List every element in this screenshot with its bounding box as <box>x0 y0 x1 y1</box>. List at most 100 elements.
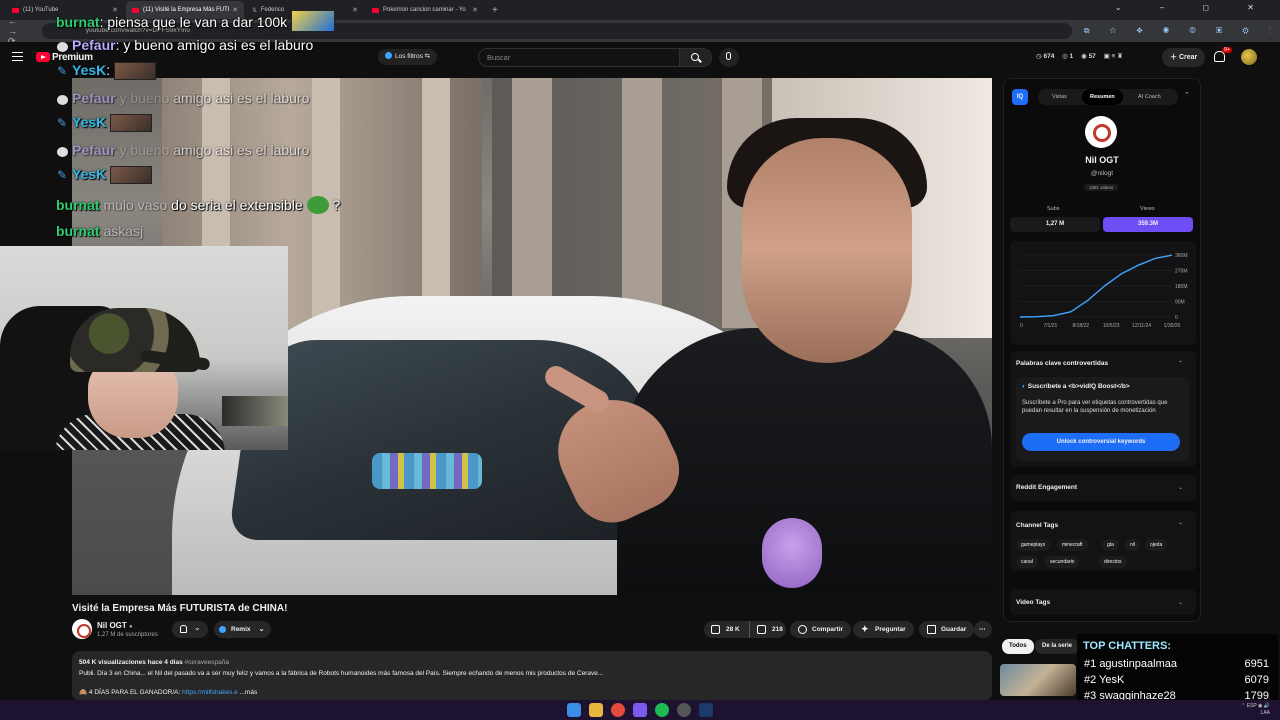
window-controls[interactable]: ⌄ – ◻ ✕ <box>1115 3 1272 12</box>
windows-start-icon[interactable] <box>567 703 581 717</box>
x-tick-label: 8/18/22 <box>1072 323 1089 329</box>
menu-icon[interactable] <box>12 52 23 61</box>
spotify-icon[interactable] <box>655 703 669 717</box>
emote <box>110 166 153 184</box>
filters-button[interactable]: Los filtros ⇆ <box>378 49 438 65</box>
remix-button[interactable]: Remix ⌄ <box>214 621 271 638</box>
chevron-down-icon[interactable]: ⌄ <box>1178 599 1183 606</box>
tab-ai-coach[interactable]: AI Coach <box>1138 89 1161 105</box>
tag-chip[interactable]: directos <box>1099 556 1127 568</box>
steam-icon[interactable] <box>699 703 713 717</box>
create-button[interactable]: ＋ Crear <box>1162 48 1206 67</box>
tag-chip[interactable]: secundario <box>1045 556 1080 568</box>
chatter-row: #2 YesK 6079 <box>1084 674 1269 686</box>
share-button[interactable]: Compartir <box>790 621 852 638</box>
close-icon[interactable]: ✕ <box>472 6 478 14</box>
youtube-icon <box>372 7 379 13</box>
views-value[interactable]: 359.3M <box>1103 217 1193 232</box>
like-dislike-group: 28 K 218 <box>704 621 786 638</box>
chrome-icon[interactable] <box>611 703 625 717</box>
chevron-down-icon: ⌄ <box>258 626 265 633</box>
channel-avatar[interactable] <box>72 619 92 639</box>
emote <box>291 10 336 32</box>
more-link[interactable]: ...más <box>238 689 258 696</box>
more-actions-button[interactable]: ⋯ <box>974 621 992 638</box>
tag-chip[interactable]: minecraft <box>1057 539 1088 551</box>
youtube-logo-icon[interactable] <box>36 52 50 62</box>
chip-todos[interactable]: Todos <box>1002 639 1034 654</box>
keywords-title: Palabras clave controvertidas <box>1016 360 1109 367</box>
file-explorer-icon[interactable] <box>589 703 603 717</box>
chat-message: Pefaur: y bueno amigo asi es el laburo <box>72 37 314 53</box>
description-text: Publi. Día 3 en China... el Nil del pasa… <box>79 670 604 677</box>
tag-chip[interactable]: gameplays <box>1016 539 1051 551</box>
chevron-down-icon[interactable]: ⌄ <box>1178 484 1183 491</box>
extension-icons[interactable]: ⧉ ☆ ❖ ◉ ◍ ▣ ⚙ ⋮ <box>1084 26 1280 36</box>
share-icon <box>798 625 807 634</box>
chip-de-la-serie[interactable]: De la serie <box>1035 639 1080 654</box>
y-tick-label: 270M <box>1175 269 1188 275</box>
chat-message: burnat mulo vaso do seria el extensible … <box>56 196 341 214</box>
voice-search-button[interactable] <box>719 48 739 67</box>
tab-resumen[interactable]: Resumen <box>1082 89 1123 105</box>
vidiq-icon <box>385 52 392 59</box>
video-title: Visité la Empresa Más FUTURISTA de CHINA… <box>72 603 288 614</box>
app-icon[interactable] <box>633 703 647 717</box>
bookmark-icon <box>927 625 936 634</box>
related-video-thumbnail[interactable] <box>1000 664 1076 696</box>
vidiq-stats[interactable]: ◷ 674 ◎ 1 ◉ 57 ▣ ≡ ♜ <box>1036 52 1129 60</box>
tab-vistas[interactable]: Vistas <box>1052 89 1067 105</box>
videos-count-badge: 1081 videos <box>1084 184 1119 191</box>
panel-channel-handle: @nilogt <box>1090 170 1114 177</box>
like-button[interactable]: 28 K <box>704 621 745 638</box>
tab-pokemon[interactable]: Pokemon cancion caminar - Yo ✕ <box>366 1 484 19</box>
description-box[interactable]: 504 K visualizaciones hace 4 días #cerav… <box>72 651 992 701</box>
account-avatar[interactable] <box>1241 49 1257 65</box>
badge-icon <box>57 42 68 52</box>
tag-chip[interactable]: nil <box>1125 539 1141 551</box>
unlock-keywords-button[interactable]: Unlock controversial keywords <box>1022 433 1180 451</box>
tag-chip[interactable]: canal <box>1016 556 1038 568</box>
save-button[interactable]: Guardar <box>919 621 975 638</box>
bell-icon <box>180 625 187 633</box>
tag-chip[interactable]: gta <box>1102 539 1119 551</box>
description-link[interactable]: https://milfshakes.e <box>182 689 238 696</box>
chatter-row: #1 agustinpaalmaa 6951 <box>1084 658 1269 670</box>
obs-icon[interactable] <box>677 703 691 717</box>
frog-emote <box>306 196 329 214</box>
new-tab-button[interactable]: + <box>492 5 498 16</box>
thumbs-down-icon <box>757 625 766 634</box>
channel-tags-title: Channel Tags <box>1016 522 1059 529</box>
pin-icon: ✎ <box>57 64 68 78</box>
desk-items <box>222 396 288 426</box>
tag-chip[interactable]: ojeda <box>1145 539 1168 551</box>
x-tick-label: 7/1/21 <box>1043 323 1057 329</box>
emote <box>110 114 153 132</box>
x-tick-label: 10/5/23 <box>1103 323 1120 329</box>
description-line: 🙈 4 DÍAS PARA EL GANADOR/A: https://milf… <box>79 689 258 696</box>
chat-message: burnat askasj <box>56 223 144 239</box>
chevron-up-icon[interactable]: ⌃ <box>1178 360 1183 367</box>
panel-channel-name: Nil OGT <box>1085 155 1119 165</box>
subscribe-bell-button[interactable]: ⌄ <box>172 621 208 638</box>
system-tray[interactable]: ⌃ ESP ◉ 🔊 LAA <box>1241 703 1270 717</box>
chat-message: Pefaur y bueno amigo asi es el laburo <box>72 142 310 158</box>
search-button[interactable] <box>680 48 712 67</box>
chevron-up-icon[interactable]: ⌃ <box>1178 522 1183 529</box>
screen: (11) YouTube ✕ (11) Visité la Empresa Más… <box>0 0 1280 720</box>
youtube-icon <box>12 7 19 13</box>
dislike-button[interactable]: 218 <box>749 621 786 638</box>
chevron-down-icon: ⌄ <box>194 623 201 632</box>
chat-message: YesK <box>72 166 153 184</box>
reddit-title: Reddit Engagement <box>1016 484 1078 491</box>
growth-chart: 0 90M 180M 270M 360M 0 7/1/21 8/18/22 10/5/23 12/… <box>1019 253 1188 329</box>
close-icon[interactable]: ✕ <box>352 6 358 14</box>
windows-taskbar: ⌃ ESP ◉ 🔊 LAA <box>0 700 1280 720</box>
ask-button[interactable]: ✦ Preguntar <box>853 621 914 638</box>
search-input[interactable]: Buscar <box>478 48 680 67</box>
panel-tabs: Vistas Resumen AI Coach <box>1038 89 1178 105</box>
channel-name[interactable]: Nil OGT ● <box>97 621 133 630</box>
views-label: Views <box>1140 206 1155 212</box>
collapse-icon[interactable]: ⌃ <box>1184 91 1190 99</box>
subs-value[interactable]: 1,27 M <box>1010 217 1100 232</box>
